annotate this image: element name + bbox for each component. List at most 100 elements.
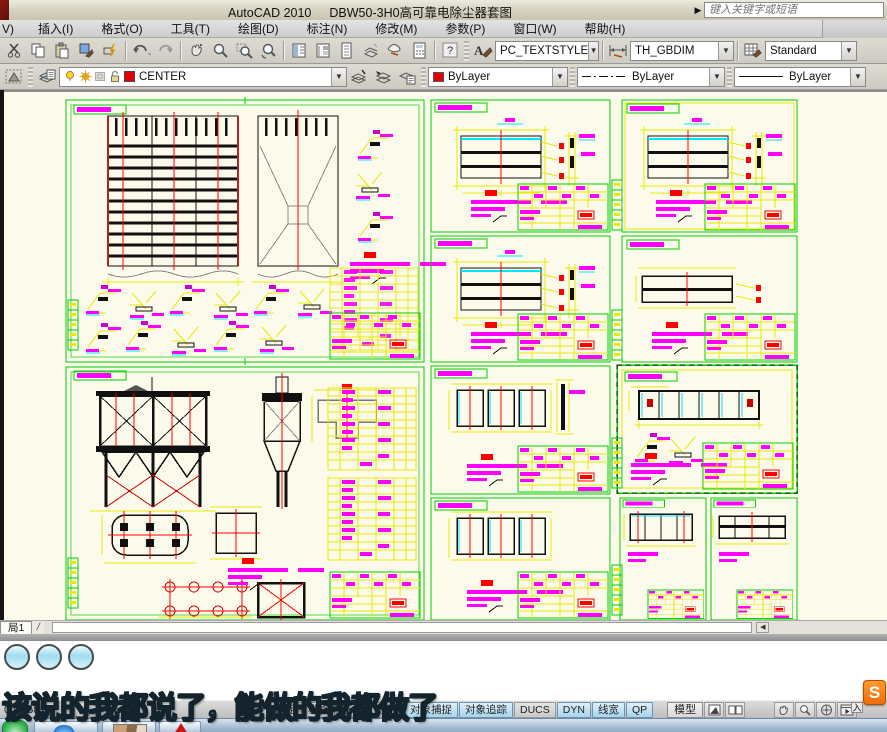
layer-properties-icon[interactable] — [35, 66, 59, 88]
color-dropdown[interactable]: ByLayer ▼ — [428, 66, 568, 87]
tab-layout1[interactable]: 局1 — [0, 621, 33, 634]
copy-icon[interactable] — [26, 40, 50, 62]
make-layer-current-icon[interactable] — [347, 66, 371, 88]
search-input[interactable] — [704, 2, 884, 18]
toolbar-grip[interactable] — [727, 66, 732, 87]
window-separator — [0, 634, 887, 641]
layer-previous-icon[interactable] — [371, 66, 395, 88]
layer-lock-icon[interactable] — [109, 70, 122, 83]
chevron-down-icon[interactable]: ▼ — [709, 67, 724, 86]
menu-view[interactable]: V) — [0, 20, 24, 38]
zoom-previous-icon[interactable] — [256, 40, 280, 62]
chevron-down-icon[interactable]: ▼ — [850, 67, 865, 86]
menu-bar-tail — [823, 19, 887, 38]
layer-dropdown[interactable]: CENTER ▼ — [59, 66, 347, 87]
markup-icon[interactable] — [383, 40, 407, 62]
menu-draw[interactable]: 绘图(D) — [224, 20, 293, 38]
quick-calc-icon[interactable] — [407, 40, 431, 62]
layout-tab-bar: 局1 / ◀ — [0, 620, 887, 634]
paste-icon[interactable] — [50, 40, 74, 62]
menu-window[interactable]: 窗口(W) — [499, 20, 570, 38]
menu-insert[interactable]: 插入(I) — [24, 20, 87, 38]
color-swatch — [433, 71, 444, 82]
window-title: AutoCAD 2010 DBW50-3H0高可靠电除尘器套图 — [228, 2, 512, 21]
menu-bar: V) 插入(I) 格式(O) 工具(T) 绘图(D) 标注(N) 修改(M) 参… — [0, 19, 887, 38]
standard-toolbar: ? A PC_TEXTSTYLE ▼ TH_GBDIM ▼ Standard ▼ — [0, 38, 887, 64]
layer-viewport-icon[interactable] — [94, 70, 107, 83]
pan-icon[interactable] — [184, 40, 208, 62]
regen-icon[interactable] — [98, 40, 122, 62]
zoom-window-icon[interactable] — [232, 40, 256, 62]
table-style-value: Standard — [770, 44, 817, 57]
lineweight-value: ByLayer — [789, 70, 832, 83]
text-style-dropdown[interactable]: PC_TEXTSTYLE ▼ — [495, 40, 599, 61]
layer-states-icon[interactable] — [395, 66, 419, 88]
toolbar-separator — [180, 40, 181, 61]
undo-icon[interactable] — [129, 40, 153, 62]
zoom-realtime-icon[interactable] — [208, 40, 232, 62]
linetype-value: ByLayer — [632, 70, 675, 83]
document-title: DBW50-3H0高可靠电除尘器套图 — [329, 6, 513, 20]
lineweight-dropdown[interactable]: ByLayer ▼ — [734, 66, 866, 87]
chevron-down-icon[interactable]: ▼ — [588, 41, 598, 60]
layer-freeze-icon[interactable] — [79, 70, 92, 83]
text-style-value: PC_TEXTSTYLE — [500, 44, 589, 57]
scrollbar-thumb[interactable] — [52, 622, 753, 633]
video-subtitle: 该说的我都说了，能做的我都做了 — [1, 690, 439, 727]
lineweight-sample — [739, 76, 783, 77]
tab-separator: / — [36, 621, 40, 633]
dim-style-dropdown[interactable]: TH_GBDIM ▼ — [630, 40, 734, 61]
player-button-1[interactable] — [4, 644, 30, 670]
ime-widget[interactable]: S 入 — [851, 680, 886, 713]
horizontal-scrollbar[interactable]: ◀ — [44, 621, 887, 634]
chevron-down-icon[interactable]: ▼ — [552, 67, 567, 86]
ime-mode-icon[interactable]: 入 — [851, 702, 863, 713]
chevron-down-icon[interactable]: ▼ — [841, 41, 856, 60]
menu-dimension[interactable]: 标注(N) — [293, 20, 362, 38]
tool-palettes-icon[interactable] — [335, 40, 359, 62]
menu-parametric[interactable]: 参数(P) — [431, 20, 499, 38]
menu-modify[interactable]: 修改(M) — [361, 20, 431, 38]
redo-icon[interactable] — [153, 40, 177, 62]
properties-palette-icon[interactable] — [287, 40, 311, 62]
menu-help[interactable]: 帮助(H) — [571, 20, 640, 38]
toolbar-grip[interactable] — [464, 40, 469, 61]
player-button-3[interactable] — [68, 644, 94, 670]
table-style-icon[interactable] — [741, 40, 765, 62]
workspace-icon[interactable] — [2, 66, 26, 88]
dim-style-icon[interactable] — [606, 40, 630, 62]
scroll-left-icon[interactable]: ◀ — [756, 622, 770, 633]
cut-icon[interactable] — [2, 40, 26, 62]
sogou-logo-icon[interactable]: S — [863, 680, 886, 705]
toolbar-separator — [125, 40, 126, 61]
current-layer-name: CENTER — [139, 70, 187, 83]
toolbar-grip[interactable] — [421, 66, 426, 87]
search-expand-icon[interactable]: ▶ — [692, 5, 704, 16]
match-properties-icon[interactable] — [74, 40, 98, 62]
chevron-down-icon[interactable]: ▼ — [718, 41, 733, 60]
layer-state-icons — [64, 70, 136, 83]
toolbar-grip[interactable] — [570, 66, 575, 87]
app-title: AutoCAD 2010 — [228, 6, 312, 20]
drawing-canvas[interactable] — [0, 90, 887, 620]
toolbar-grip[interactable] — [28, 66, 33, 87]
layer-on-icon[interactable] — [64, 70, 77, 83]
svg-text:?: ? — [447, 45, 453, 57]
design-center-icon[interactable] — [311, 40, 335, 62]
svg-text:A: A — [474, 43, 484, 58]
info-center: ▶ — [692, 1, 884, 19]
sheet-set-manager-icon[interactable] — [359, 40, 383, 62]
layers-toolbar: CENTER ▼ ByLayer ▼ ByLayer ▼ ByLayer ▼ — [0, 64, 887, 90]
menu-tools[interactable]: 工具(T) — [157, 20, 224, 38]
player-button-2[interactable] — [36, 644, 62, 670]
autocad-window: { "window": { "app_title": "AutoCAD 2010… — [0, 0, 887, 732]
chevron-down-icon[interactable]: ▼ — [331, 67, 346, 86]
layer-color-swatch[interactable] — [124, 70, 136, 83]
menu-format[interactable]: 格式(O) — [87, 20, 156, 38]
toolbar-separator — [283, 40, 284, 61]
linetype-dropdown[interactable]: ByLayer ▼ — [577, 66, 725, 87]
help-icon[interactable]: ? — [438, 40, 462, 62]
app-button-edge[interactable] — [0, 0, 9, 20]
text-style-icon[interactable]: A — [471, 40, 495, 62]
table-style-dropdown[interactable]: Standard ▼ — [765, 40, 857, 61]
